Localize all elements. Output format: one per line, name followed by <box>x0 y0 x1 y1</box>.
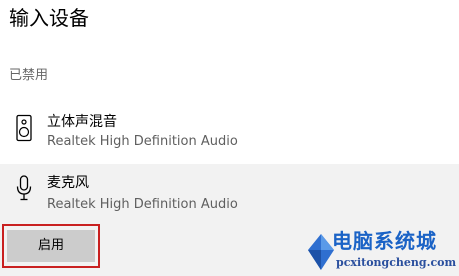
device-name: 立体声混音 <box>47 114 117 130</box>
device-name: 麦克风 <box>47 175 89 191</box>
speaker-icon <box>12 114 36 142</box>
microphone-icon <box>12 174 36 202</box>
disabled-section-label: 已禁用 <box>9 68 49 83</box>
device-driver: Realtek High Definition Audio <box>47 197 238 212</box>
watermark: 电脑系统城 pcxitongcheng.com <box>306 226 459 276</box>
device-item-stereo-mix[interactable]: 立体声混音 Realtek High Definition Audio <box>0 104 459 160</box>
device-driver: Realtek High Definition Audio <box>47 134 238 149</box>
watermark-title: 电脑系统城 <box>332 229 437 253</box>
enable-button[interactable]: 启用 <box>7 230 95 262</box>
page-title: 输入设备 <box>9 6 89 30</box>
watermark-url: pcxitongcheng.com <box>336 256 457 269</box>
